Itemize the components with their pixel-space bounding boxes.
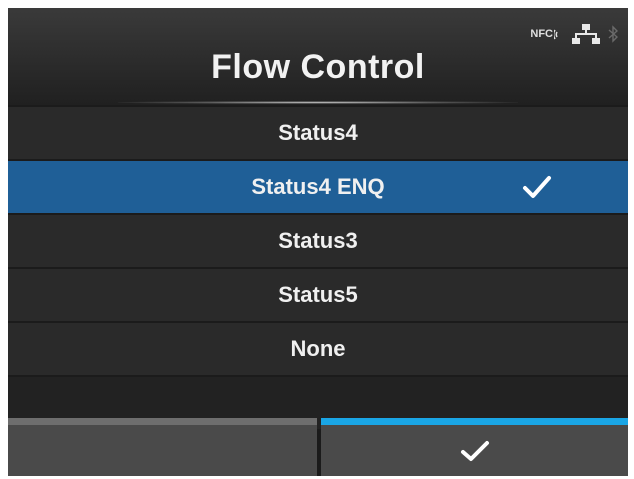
back-button[interactable] <box>8 418 317 476</box>
footer <box>8 418 628 476</box>
network-icon <box>572 24 600 44</box>
option-list: Status4 Status4 ENQ Status3 Status5 None <box>8 107 628 429</box>
option-status4[interactable]: Status4 <box>8 107 628 159</box>
confirm-button[interactable] <box>321 418 628 476</box>
title-underline-glow <box>118 101 518 104</box>
checkmark-icon <box>523 176 551 198</box>
option-label: None <box>290 336 346 361</box>
printer-display: NFC Flow Control Status4 Status4 ENQ Sta… <box>8 8 628 476</box>
option-label: Status5 <box>278 282 358 307</box>
option-status4-enq[interactable]: Status4 ENQ <box>8 161 628 213</box>
option-status3[interactable]: Status3 <box>8 215 628 267</box>
header: NFC Flow Control <box>8 8 628 105</box>
option-label: Status4 <box>278 120 358 145</box>
option-label: Status3 <box>278 228 358 253</box>
page-title: Flow Control <box>211 48 425 86</box>
option-label: Status4 ENQ <box>251 174 385 199</box>
option-status5[interactable]: Status5 <box>8 269 628 321</box>
status-icons: NFC <box>530 22 618 46</box>
option-none[interactable]: None <box>8 323 628 375</box>
bluetooth-icon <box>608 25 618 43</box>
checkmark-icon <box>460 440 489 461</box>
nfc-icon: NFC <box>530 28 558 40</box>
